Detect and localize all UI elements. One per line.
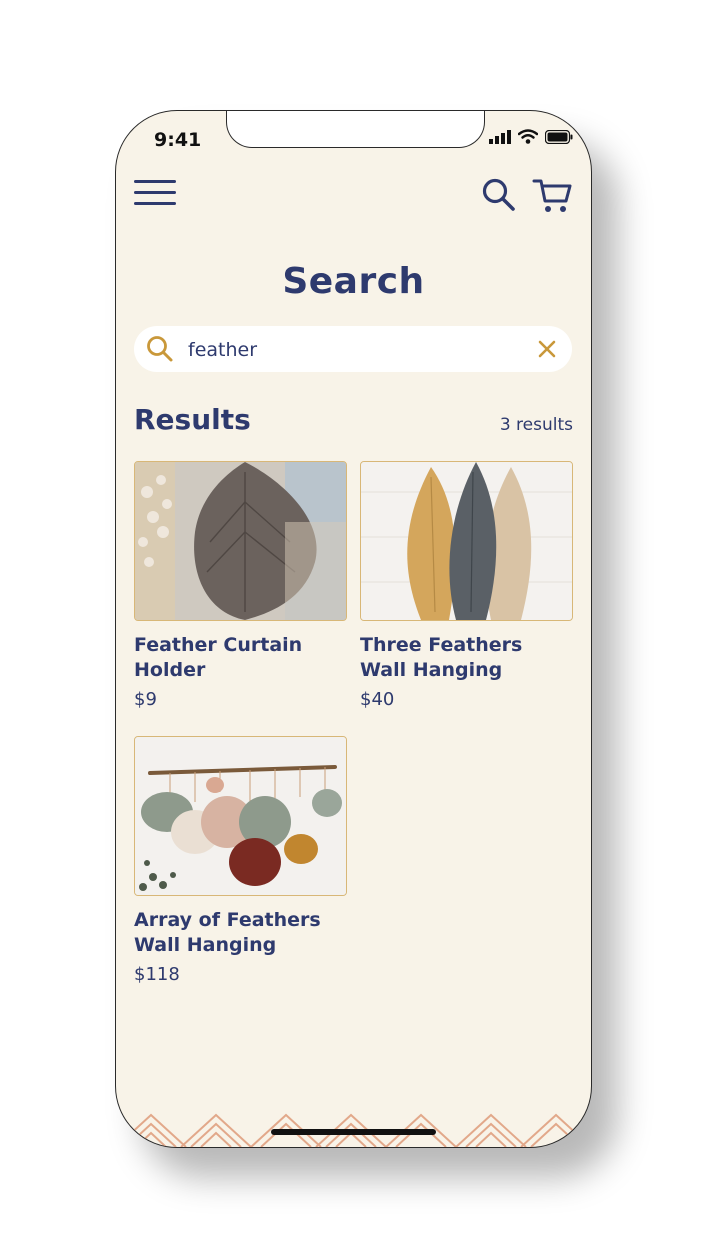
results-heading: Results — [134, 403, 251, 436]
results-count: 3 results — [499, 415, 573, 435]
status-icons — [489, 129, 573, 144]
product-price: $118 — [134, 964, 180, 985]
product-image — [134, 736, 347, 896]
cart-icon — [532, 179, 572, 212]
search-input[interactable] — [186, 333, 520, 367]
product-image — [360, 461, 573, 621]
status-time: 9:41 — [154, 129, 202, 151]
menu-button[interactable] — [134, 180, 176, 212]
product-card[interactable]: Three Feathers Wall Hanging $40 — [360, 461, 573, 710]
menu-icon — [134, 180, 176, 205]
product-card[interactable]: Feather Curtain Holder $9 — [134, 461, 347, 710]
search-button[interactable] — [481, 177, 517, 213]
page-title: Search — [282, 261, 425, 302]
clear-icon[interactable] — [536, 338, 558, 360]
battery-icon — [545, 129, 573, 144]
product-name: Three Feathers Wall Hanging — [360, 634, 523, 681]
cart-button[interactable] — [532, 177, 574, 215]
product-name: Array of Feathers Wall Hanging — [134, 909, 321, 956]
product-price: $9 — [134, 689, 157, 710]
search-icon — [482, 178, 515, 211]
phone-frame: 9:41 Search feather Results 3 results Fe… — [115, 110, 592, 1148]
signal-icon — [489, 129, 511, 144]
product-card[interactable]: Array of Feathers Wall Hanging $118 — [134, 736, 347, 985]
search-bar — [134, 326, 572, 372]
product-price: $40 — [360, 689, 395, 710]
notch — [226, 111, 485, 148]
product-image — [134, 461, 347, 621]
home-indicator[interactable] — [271, 1129, 436, 1135]
search-field-icon — [147, 336, 173, 362]
product-name: Feather Curtain Holder — [134, 634, 303, 681]
wifi-icon — [518, 129, 538, 144]
